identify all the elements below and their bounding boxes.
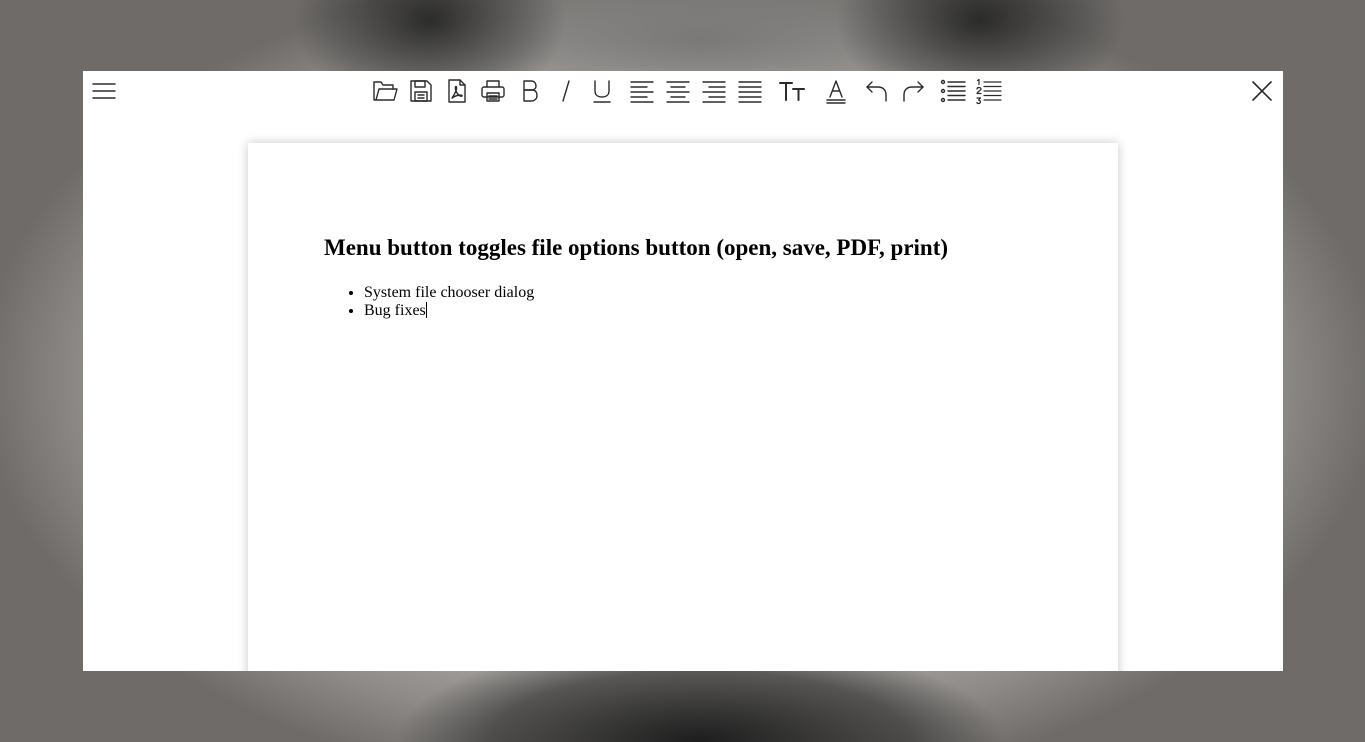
- save-button[interactable]: [405, 75, 437, 107]
- font-size-icon: [779, 82, 805, 101]
- hamburger-menu-icon: [92, 83, 116, 99]
- align-left-icon: [630, 81, 654, 103]
- bullet-list-icon: [940, 79, 966, 103]
- underline-icon: [593, 80, 611, 103]
- editor-window: Menu button toggles file options button …: [83, 71, 1283, 671]
- open-button[interactable]: [369, 75, 401, 107]
- font-size-button[interactable]: [776, 75, 808, 107]
- printer-icon: [481, 80, 505, 102]
- align-justify-icon: [738, 81, 762, 103]
- list-item[interactable]: Bug fixes: [364, 302, 534, 320]
- italic-icon: [562, 80, 570, 102]
- pdf-icon: [448, 79, 466, 103]
- numbered-list-button[interactable]: [973, 75, 1005, 107]
- list-item[interactable]: System file chooser dialog: [364, 284, 534, 302]
- font-color-button[interactable]: [820, 75, 852, 107]
- document-bullet-list[interactable]: System file chooser dialog Bug fixes: [324, 284, 534, 320]
- menu-button[interactable]: [88, 75, 120, 107]
- document-heading[interactable]: Menu button toggles file options button …: [324, 235, 948, 261]
- align-left-button[interactable]: [626, 75, 658, 107]
- close-icon: [1252, 81, 1272, 101]
- numbered-list-icon: [976, 78, 1002, 105]
- bold-button[interactable]: [514, 75, 546, 107]
- italic-button[interactable]: [550, 75, 582, 107]
- document-page[interactable]: Menu button toggles file options button …: [248, 143, 1118, 671]
- folder-open-icon: [373, 81, 398, 101]
- list-item-text[interactable]: Bug fixes: [364, 302, 426, 319]
- redo-icon: [903, 81, 924, 102]
- undo-icon: [866, 81, 887, 102]
- undo-button[interactable]: [861, 75, 893, 107]
- toolbar: [83, 71, 1283, 111]
- close-button[interactable]: [1246, 75, 1278, 107]
- text-cursor: [425, 302, 427, 318]
- font-color-icon: [826, 80, 846, 104]
- align-center-icon: [666, 81, 690, 103]
- bullet-list-button[interactable]: [937, 75, 969, 107]
- underline-button[interactable]: [586, 75, 618, 107]
- redo-button[interactable]: [897, 75, 929, 107]
- align-right-button[interactable]: [698, 75, 730, 107]
- pdf-button[interactable]: [441, 75, 473, 107]
- save-icon: [410, 80, 432, 102]
- align-right-icon: [702, 81, 726, 103]
- align-justify-button[interactable]: [734, 75, 766, 107]
- bold-icon: [523, 80, 538, 102]
- print-button[interactable]: [477, 75, 509, 107]
- align-center-button[interactable]: [662, 75, 694, 107]
- list-item-text[interactable]: System file chooser dialog: [364, 284, 534, 301]
